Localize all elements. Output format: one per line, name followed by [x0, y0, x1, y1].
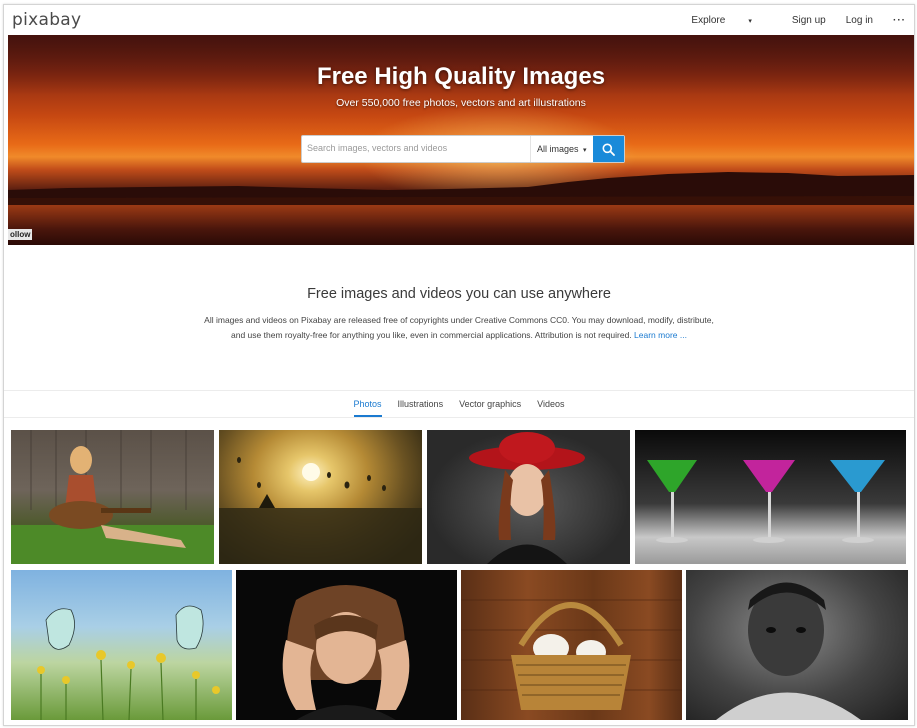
- photo-art: [282, 585, 410, 720]
- intro-text: All images and videos on Pixabay are rel…: [202, 313, 716, 343]
- signup-link[interactable]: Sign up: [792, 15, 826, 26]
- tab-photos[interactable]: Photos: [353, 391, 382, 417]
- hero-subtitle: Over 550,000 free photos, vectors and ar…: [336, 97, 586, 109]
- photo-woman-hands-in-hair[interactable]: [236, 570, 457, 720]
- hero-water: [8, 205, 914, 245]
- tab-vector-graphics[interactable]: Vector graphics: [459, 391, 521, 417]
- browser-page: pixabay Explore ▾ Sign up Log in ··· Free…: [3, 4, 915, 726]
- hero-banner: Free High Quality Images Over 550,000 fr…: [8, 35, 914, 245]
- chevron-down-icon: ▾: [748, 17, 752, 25]
- explore-menu[interactable]: Explore ▾: [691, 15, 771, 26]
- chevron-down-icon: ▾: [583, 147, 587, 154]
- pixabay-logo[interactable]: pixabay: [12, 10, 81, 30]
- photo-butterflies-flowers[interactable]: [11, 570, 232, 720]
- top-nav: Explore ▾ Sign up Log in ···: [691, 5, 914, 35]
- tab-illustrations[interactable]: Illustrations: [398, 391, 444, 417]
- hero-title: Free High Quality Images: [316, 63, 606, 90]
- image-type-select[interactable]: All images ▾: [530, 136, 593, 162]
- login-link[interactable]: Log in: [846, 15, 873, 26]
- photo-art: [469, 432, 585, 564]
- top-navigation-bar: pixabay Explore ▾ Sign up Log in ···: [4, 5, 914, 35]
- photo-art: [647, 460, 885, 543]
- image-type-label: All images: [537, 144, 579, 154]
- search-input[interactable]: [307, 139, 522, 157]
- search-icon: [602, 143, 615, 156]
- explore-label: Explore: [691, 14, 726, 26]
- hero-hills: [8, 172, 914, 210]
- more-menu-icon[interactable]: ···: [893, 15, 906, 26]
- photo-cocktail-glasses[interactable]: [635, 430, 906, 564]
- intro-title: Free images and videos you can use anywh…: [307, 286, 611, 302]
- learn-more-link[interactable]: Learn more ...: [634, 330, 687, 340]
- media-type-tabs: Photos Illustrations Vector graphics Vid…: [4, 390, 914, 418]
- search-bar: All images ▾: [301, 135, 625, 163]
- follow-badge[interactable]: ollow: [8, 229, 33, 240]
- photo-art: [716, 582, 861, 720]
- tab-videos[interactable]: Videos: [537, 391, 564, 417]
- search-button[interactable]: [593, 136, 624, 162]
- photo-art: [11, 430, 214, 564]
- photo-boy-portrait[interactable]: [686, 570, 908, 720]
- photo-woman-red-hat[interactable]: [427, 430, 630, 564]
- photo-art: [219, 457, 422, 564]
- photo-girl-with-guitar[interactable]: [11, 430, 214, 564]
- photo-art: [461, 599, 682, 710]
- photo-puppies-in-basket[interactable]: [461, 570, 682, 720]
- photo-art: [37, 605, 220, 720]
- photo-balloons-sunrise[interactable]: [219, 430, 422, 564]
